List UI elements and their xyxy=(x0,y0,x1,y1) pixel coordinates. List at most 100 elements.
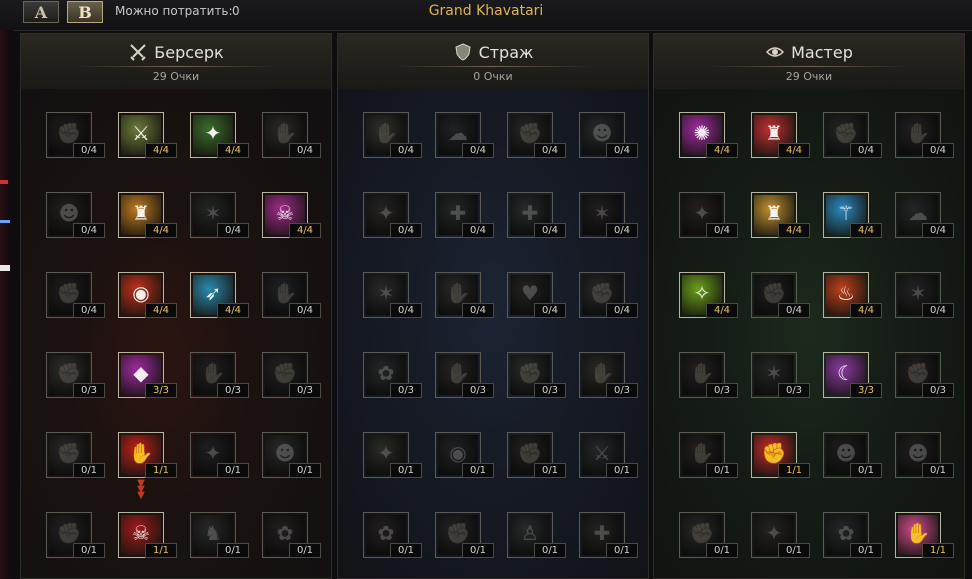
skill-level: 3/3 xyxy=(850,383,882,398)
skill-glyph: ✊ xyxy=(517,361,543,385)
skill-level: 0/1 xyxy=(289,543,321,558)
skill-glyph: ✶ xyxy=(593,201,611,225)
skill-level: 0/3 xyxy=(73,383,105,398)
skill-glyph: ✚ xyxy=(593,521,611,545)
skill-level: 0/4 xyxy=(534,143,566,158)
skill-level: 4/4 xyxy=(145,303,177,318)
skill-level: 0/4 xyxy=(73,143,105,158)
skill-glyph: ✚ xyxy=(449,201,467,225)
skill-level: 0/1 xyxy=(217,543,249,558)
skill-glyph: ☻ xyxy=(274,441,296,465)
skill-level: 3/3 xyxy=(145,383,177,398)
skill-glyph: ♜ xyxy=(765,201,783,225)
skill-level: 0/3 xyxy=(606,383,638,398)
skill-level: 0/4 xyxy=(73,303,105,318)
skill-level: 0/4 xyxy=(390,223,422,238)
skill-glyph: ✊ xyxy=(833,121,859,145)
skill-level: 0/1 xyxy=(850,543,882,558)
skill-level: 0/4 xyxy=(462,223,494,238)
skill-level: 0/3 xyxy=(462,383,494,398)
skill-level: 4/4 xyxy=(778,143,810,158)
skill-glyph: ✊ xyxy=(689,521,715,545)
skill-glyph: ♙ xyxy=(521,521,539,545)
top-bar: A B Можно потратить: 0 Grand Khavatari xyxy=(0,0,972,31)
skill-glyph: ☻ xyxy=(835,441,857,465)
skill-glyph: ✶ xyxy=(909,281,927,305)
skill-glyph: ✋ xyxy=(200,361,226,385)
skill-glyph: ✦ xyxy=(765,521,783,545)
tree-header: Мастер 29 Очки xyxy=(654,34,964,90)
skill-glyph: ✊ xyxy=(56,121,82,145)
skill-level: 0/3 xyxy=(922,383,954,398)
skill-level: 0/3 xyxy=(390,383,422,398)
skill-glyph: ⚔ xyxy=(593,441,611,465)
skill-glyph: ☠ xyxy=(132,521,150,545)
skill-level: 4/4 xyxy=(706,143,738,158)
skill-level: 0/3 xyxy=(289,383,321,398)
skill-level: 0/1 xyxy=(462,543,494,558)
skill-level: 0/4 xyxy=(706,223,738,238)
skill-level: 0/1 xyxy=(73,543,105,558)
skill-glyph: ✊ xyxy=(56,521,82,545)
skill-level: 0/4 xyxy=(778,303,810,318)
skill-glyph: ◆ xyxy=(133,361,149,385)
skill-glyph: ✶ xyxy=(765,361,783,385)
skill-glyph: ✋ xyxy=(373,121,399,145)
skill-glyph: ✦ xyxy=(693,201,711,225)
tree-panel-guardian: Страж 0 Очки ✋ 0/4 ☁ 0/4 ✊ 0/4 ☻ 0/4 ✦ 0/4 ✚ 0/4 ✚ 0/… xyxy=(337,33,649,579)
skill-level: 0/4 xyxy=(850,143,882,158)
skill-glyph: ☾ xyxy=(837,361,855,385)
skill-level: 0/4 xyxy=(606,303,638,318)
skill-level: 0/3 xyxy=(778,383,810,398)
tree-name: Берсерк xyxy=(154,43,224,62)
skill-glyph: ✋ xyxy=(272,281,298,305)
skill-level: 0/4 xyxy=(217,223,249,238)
skill-level: 0/1 xyxy=(778,543,810,558)
skill-glyph: ✊ xyxy=(589,281,615,305)
skill-glyph: ✋ xyxy=(589,361,615,385)
skill-level: 1/1 xyxy=(145,463,177,478)
skill-glyph: ✋ xyxy=(445,281,471,305)
skill-level: 0/4 xyxy=(390,143,422,158)
shield-icon xyxy=(455,43,471,61)
skill-level: 4/4 xyxy=(850,303,882,318)
skill-level: 0/1 xyxy=(390,543,422,558)
skill-glyph: ✋ xyxy=(689,361,715,385)
skill-glyph: ✿ xyxy=(837,521,855,545)
skill-glyph: ✿ xyxy=(276,521,294,545)
skill-glyph: ✶ xyxy=(377,281,395,305)
skill-level: 0/4 xyxy=(922,223,954,238)
skill-level: 4/4 xyxy=(145,143,177,158)
skill-glyph: ✦ xyxy=(377,201,395,225)
skill-glyph: ✺ xyxy=(693,121,711,145)
skill-glyph: ✶ xyxy=(204,201,222,225)
skill-glyph: ✊ xyxy=(56,361,82,385)
skill-glyph: ✋ xyxy=(905,521,931,545)
skill-level: 4/4 xyxy=(850,223,882,238)
skill-glyph: ◉ xyxy=(132,281,150,305)
skill-level: 1/1 xyxy=(778,463,810,478)
skill-glyph: ✊ xyxy=(56,441,82,465)
skill-level: 0/4 xyxy=(289,303,321,318)
skill-glyph: ✋ xyxy=(272,121,298,145)
skill-glyph: ✦ xyxy=(377,441,395,465)
tree-points: 29 Очки xyxy=(152,70,200,83)
skill-level: 0/1 xyxy=(606,463,638,478)
eye-icon xyxy=(766,47,785,57)
tree-grid: ✺ 4/4 ♜ 4/4 ✊ 0/4 ✋ 0/4 ✦ 0/4 ♜ 4/4 ⚚ 4/4 ☁ 0/4 ✧ 4/4 ✊ 0/4… xyxy=(654,89,964,578)
skill-glyph: ✊ xyxy=(517,441,543,465)
skill-glyph: ✊ xyxy=(272,361,298,385)
skill-glyph: ☠ xyxy=(276,201,294,225)
skill-level: 0/1 xyxy=(922,463,954,478)
skill-glyph: ✊ xyxy=(761,441,787,465)
skill-level: 0/4 xyxy=(390,303,422,318)
skill-glyph: ☁ xyxy=(448,121,468,145)
skill-glyph: ☻ xyxy=(591,121,613,145)
skill-glyph: ✿ xyxy=(377,361,395,385)
tree-name: Мастер xyxy=(791,43,853,62)
background-edge xyxy=(0,30,14,579)
skill-level: 0/4 xyxy=(289,143,321,158)
tree-points: 0 Очки xyxy=(473,70,513,83)
skill-glyph: ♞ xyxy=(204,521,222,545)
header-divider xyxy=(76,66,276,67)
